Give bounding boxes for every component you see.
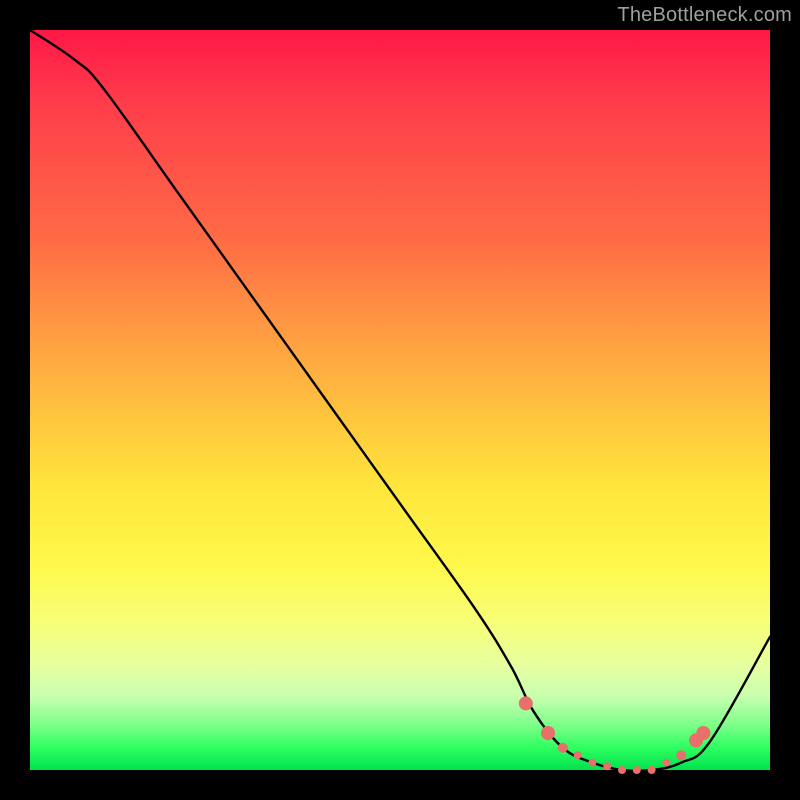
bottleneck-curve-path [30,30,770,771]
watermark-text: TheBottleneck.com [617,4,792,27]
optimal-marker [541,726,555,740]
optimal-marker [662,759,670,767]
optimal-marker [696,726,710,740]
plot-area [30,30,770,770]
optimal-marker [648,766,656,774]
optimal-marker [574,751,582,759]
optimal-marker [676,750,686,760]
optimal-marker [618,766,626,774]
optimal-marker [519,696,533,710]
curve-svg [30,30,770,770]
chart-frame: TheBottleneck.com [0,0,800,800]
optimal-marker [558,743,568,753]
optimal-marker [633,766,641,774]
optimal-marker [603,762,611,770]
optimal-marker [588,759,596,767]
